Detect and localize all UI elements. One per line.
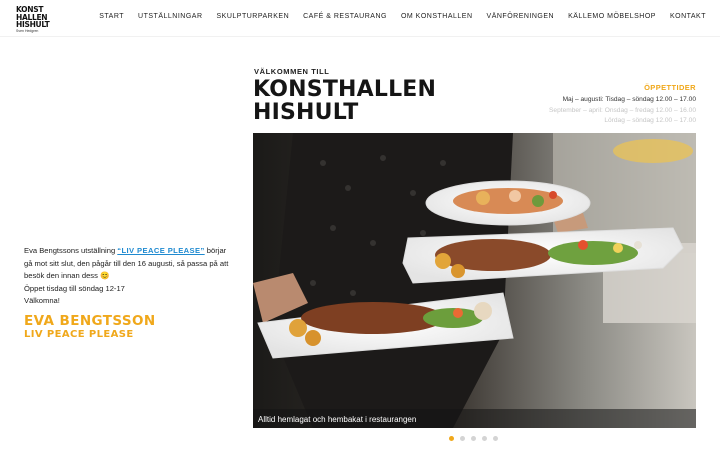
exhibition-link[interactable]: “LIV PEACE PLEASE” [117, 246, 204, 255]
opening-hours: ÖPPETTIDER Maj – augusti: Tisdag – sönda… [549, 83, 696, 127]
logo-line-3: HISHULT [16, 20, 50, 30]
exhibition-title: LIV PEACE PLEASE [24, 329, 134, 340]
opening-hours-summer: Maj – augusti: Tisdag – söndag 12.00 – 1… [562, 96, 696, 103]
nav-kallemo-mobelshop[interactable]: KÄLLEMO MÖBELSHOP [568, 13, 656, 20]
opening-hours-winter-weekend: Lördag – söndag 12.00 – 17.00 [604, 117, 696, 124]
opening-hours-winter-weekdays: September – april: Onsdag – fredag 12.00… [549, 106, 696, 114]
page-title-line-1: KONSTHALLEN [253, 77, 437, 102]
intro-text-before: Eva Bengtssons utställning [24, 246, 118, 255]
main-nav: START UTSTÄLLNINGAR SKULPTURPARKEN CAFÉ … [99, 13, 706, 20]
site-logo[interactable]: KONST HALLEN HISHULT Sven Hedgren [16, 6, 50, 34]
slider-dot-5[interactable] [493, 436, 498, 441]
header-divider [0, 36, 720, 37]
nav-utstallningar[interactable]: UTSTÄLLNINGAR [138, 13, 202, 20]
exhibition-intro: Eva Bengtssons utställning “LIV PEACE PL… [24, 245, 236, 308]
page-title-line-2: HISHULT [253, 100, 359, 125]
hero-image [253, 133, 696, 428]
hero-slider[interactable]: Alltid hemlagat och hembakat i restauran… [253, 133, 696, 428]
logo-subtitle: Sven Hedgren [16, 28, 39, 33]
intro-welcome-line: Välkomna! [24, 296, 60, 306]
nav-kontakt[interactable]: KONTAKT [670, 13, 706, 20]
slider-dot-2[interactable] [460, 436, 465, 441]
nav-skulpturparken[interactable]: SKULPTURPARKEN [217, 13, 290, 20]
intro-opening-line: Öppet tisdag till söndag 12-17 [24, 283, 125, 293]
page-title: KONSTHALLEN HISHULT [253, 78, 483, 124]
nav-vanforeningen[interactable]: VÄNFÖRENINGEN [487, 13, 555, 20]
slider-dot-3[interactable] [471, 436, 476, 441]
nav-cafe-restaurang[interactable]: CAFÉ & RESTAURANG [303, 13, 387, 20]
artist-name: EVA BENGTSSON [24, 313, 156, 329]
welcome-kicker: VÄLKOMMEN TILL [254, 67, 330, 76]
opening-hours-title: ÖPPETTIDER [644, 83, 696, 92]
hero-caption: Alltid hemlagat och hembakat i restauran… [258, 415, 417, 424]
nav-om-konsthallen[interactable]: OM KONSTHALLEN [401, 13, 473, 20]
slider-pagination [449, 436, 498, 441]
slider-dot-4[interactable] [482, 436, 487, 441]
slider-dot-1[interactable] [449, 436, 454, 441]
nav-start[interactable]: START [99, 13, 124, 20]
